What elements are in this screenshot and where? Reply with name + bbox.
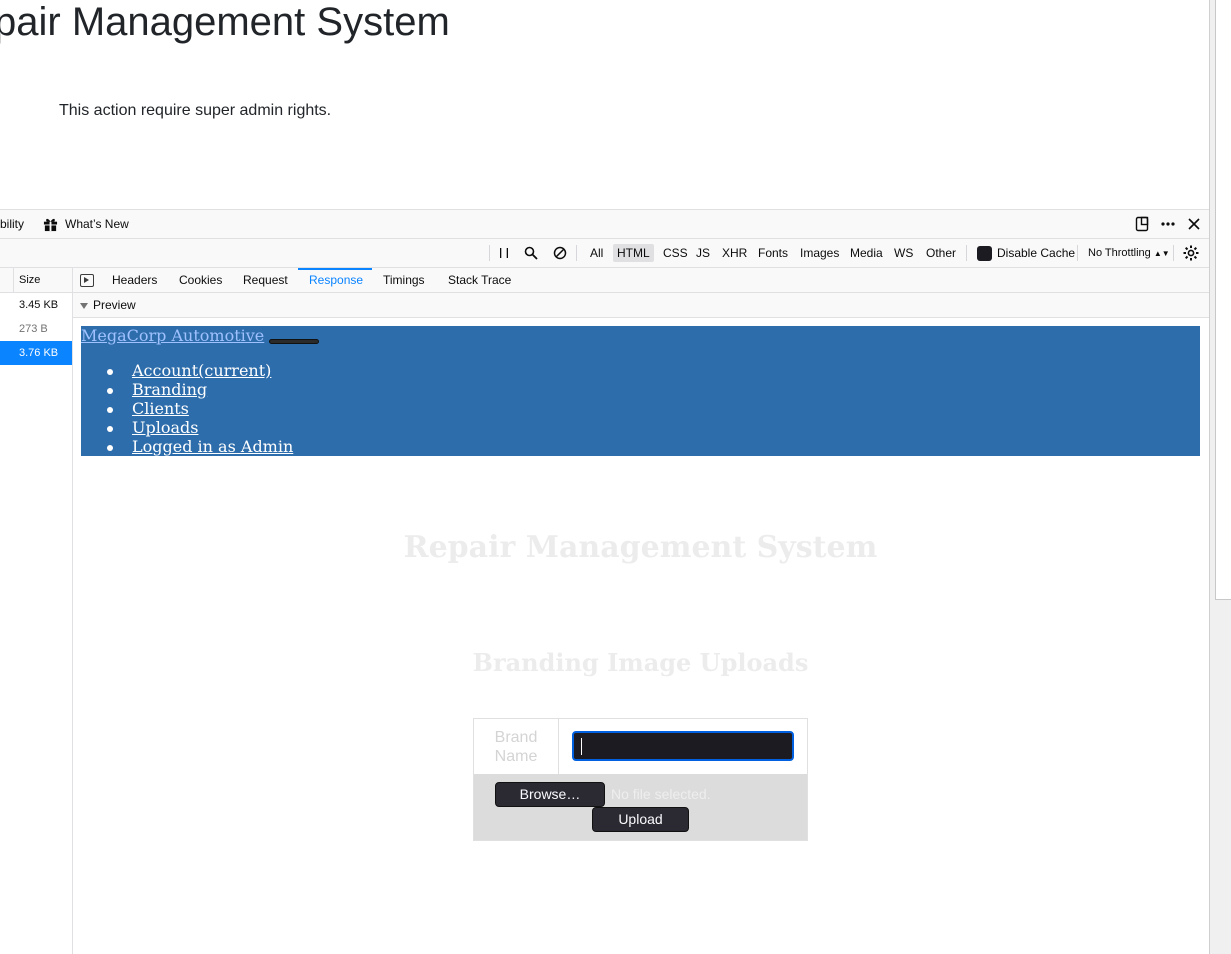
filter-xhr[interactable]: XHR bbox=[722, 239, 747, 267]
browser-viewport: pair Management System This action requi… bbox=[0, 0, 1231, 954]
preview-section-header[interactable]: Preview bbox=[73, 293, 1209, 318]
gift-icon bbox=[41, 215, 59, 233]
browse-button[interactable]: Browse… bbox=[495, 782, 605, 807]
tab-request[interactable]: Request bbox=[243, 268, 288, 293]
disable-cache-label: Disable Cache bbox=[997, 246, 1076, 260]
filter-fonts[interactable]: Fonts bbox=[758, 239, 788, 267]
throttling-select[interactable]: No Throttling ▲▼ bbox=[1088, 239, 1170, 267]
toolbar-divider bbox=[1173, 245, 1174, 261]
disable-cache-checkbox[interactable] bbox=[977, 246, 992, 261]
filter-html[interactable]: HTML bbox=[613, 244, 654, 262]
toggle-panel-icon[interactable] bbox=[80, 274, 94, 287]
toolbar-divider bbox=[576, 245, 577, 261]
filter-js[interactable]: JS bbox=[696, 239, 710, 267]
upload-button[interactable]: Upload bbox=[592, 807, 689, 832]
request-row[interactable]: 273 B bbox=[0, 317, 72, 341]
preview-subtitle: Branding Image Uploads bbox=[472, 648, 809, 677]
toolbar-divider bbox=[966, 245, 967, 261]
no-file-text: No file selected. bbox=[611, 786, 711, 802]
filter-ws[interactable]: WS bbox=[894, 239, 913, 267]
upload-form-footer: Browse… No file selected. Upload bbox=[474, 774, 807, 840]
filter-all[interactable]: All bbox=[590, 239, 603, 267]
page-title: pair Management System bbox=[0, 0, 450, 44]
clear-icon[interactable] bbox=[551, 244, 569, 262]
tab-cookies[interactable]: Cookies bbox=[179, 268, 222, 293]
preview-label: Preview bbox=[93, 298, 136, 312]
toolbar-divider bbox=[489, 245, 490, 261]
request-row-selected[interactable]: 3.76 KB bbox=[0, 341, 72, 365]
preview-title: Repair Management System bbox=[403, 530, 878, 565]
tab-accessibility[interactable]: bility bbox=[0, 210, 24, 239]
filter-css[interactable]: CSS bbox=[663, 239, 688, 267]
nav-link-uploads[interactable]: Uploads bbox=[132, 418, 198, 437]
filter-images[interactable]: Images bbox=[800, 239, 839, 267]
brand-name-input[interactable] bbox=[572, 731, 794, 761]
request-size: 3.45 KB bbox=[19, 299, 59, 311]
search-icon[interactable] bbox=[522, 244, 540, 262]
tab-response[interactable]: Response bbox=[298, 268, 372, 293]
dock-side-icon[interactable] bbox=[1133, 215, 1151, 233]
permission-message: This action require super admin rights. bbox=[59, 102, 332, 119]
settings-gear-icon[interactable] bbox=[1182, 244, 1200, 262]
upload-form: Brand Name Browse… No file selected. Upl… bbox=[473, 718, 808, 841]
nav-item-logged-in: Logged in as Admin bbox=[81, 437, 293, 456]
throttling-label: No Throttling bbox=[1088, 247, 1151, 259]
nav-link-clients[interactable]: Clients bbox=[132, 399, 189, 418]
details-tab-bar: Headers Cookies Request Response Timings… bbox=[73, 268, 1209, 293]
tab-stack-trace[interactable]: Stack Trace bbox=[448, 268, 511, 293]
tab-whats-new[interactable]: What’s New bbox=[65, 210, 129, 239]
brand-link[interactable]: MegaCorp Automotive bbox=[81, 326, 264, 345]
tab-headers[interactable]: Headers bbox=[112, 268, 157, 293]
nav-link-account[interactable]: Account(current) bbox=[132, 361, 271, 380]
devtools-tab-bar: bility What’s New bbox=[0, 210, 1209, 239]
filter-other[interactable]: Other bbox=[926, 239, 956, 267]
request-size: 273 B bbox=[19, 323, 48, 335]
request-list-header: Size bbox=[0, 268, 72, 293]
request-size: 3.76 KB bbox=[19, 347, 59, 359]
filter-media[interactable]: Media bbox=[850, 239, 883, 267]
request-list: Size 3.45 KB 273 B 3.76 KB bbox=[0, 268, 73, 954]
toolbar-divider bbox=[1077, 245, 1078, 261]
network-toolbar: All HTML CSS JS XHR Fonts Images Media W… bbox=[0, 239, 1209, 268]
text-caret bbox=[581, 738, 582, 755]
nav-list: Account(current) Branding Clients Upload… bbox=[81, 361, 293, 456]
preview-navbar: MegaCorp Automotive Account(current) Bra… bbox=[81, 326, 1200, 456]
page-scrollbar-thumb[interactable] bbox=[1215, 0, 1231, 600]
expand-triangle-icon bbox=[80, 303, 88, 309]
nav-item-branding: Branding bbox=[81, 380, 293, 399]
column-divider bbox=[13, 268, 14, 293]
pause-icon[interactable] bbox=[495, 244, 513, 262]
size-column-header[interactable]: Size bbox=[19, 274, 40, 286]
navbar-toggler-button[interactable] bbox=[269, 339, 319, 344]
nav-link-logged-in[interactable]: Logged in as Admin bbox=[132, 437, 293, 456]
nav-link-branding[interactable]: Branding bbox=[132, 380, 207, 399]
request-row[interactable]: 3.45 KB bbox=[0, 293, 72, 317]
nav-item-clients: Clients bbox=[81, 399, 293, 418]
nav-item-account: Account(current) bbox=[81, 361, 293, 380]
nav-item-uploads: Uploads bbox=[81, 418, 293, 437]
devtools-toolbox: bility What’s New All HTML CSS JS XHR Fo… bbox=[0, 209, 1209, 954]
select-arrows-icon: ▲▼ bbox=[1153, 249, 1170, 258]
more-options-icon[interactable] bbox=[1159, 215, 1177, 233]
tab-timings[interactable]: Timings bbox=[383, 268, 425, 293]
brand-name-label: Brand Name bbox=[474, 719, 559, 774]
close-devtools-icon[interactable] bbox=[1185, 215, 1203, 233]
